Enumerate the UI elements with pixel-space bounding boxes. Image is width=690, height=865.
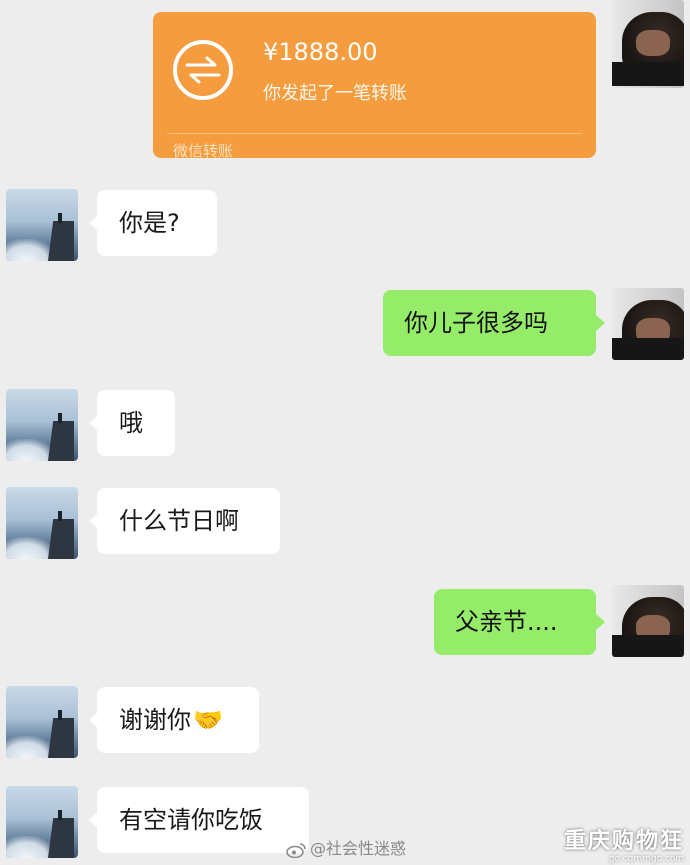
contact-avatar[interactable] <box>6 389 78 461</box>
my-avatar[interactable] <box>612 0 684 88</box>
transfer-icon <box>173 40 233 100</box>
message-text: 谢谢你 <box>119 706 191 734</box>
message-text: 哦 <box>119 409 143 437</box>
site-watermark: 重庆购物狂 go.cqmmgo.com <box>563 829 684 865</box>
my-avatar[interactable] <box>612 288 684 360</box>
contact-avatar[interactable] <box>6 686 78 758</box>
message-text: 你儿子很多吗 <box>404 309 548 337</box>
transfer-footer-label: 微信转账 <box>173 142 234 158</box>
handshake-emoji-icon: 🤝 <box>193 706 223 734</box>
message-text: 父亲节.... <box>455 608 558 636</box>
message-bubble-incoming[interactable]: 什么节日啊 <box>89 488 280 554</box>
message-bubble-incoming[interactable]: 谢谢你🤝 <box>89 687 259 753</box>
message-text: 有空请你吃饭 <box>119 806 263 834</box>
transfer-amount: ¥1888.00 <box>263 38 378 66</box>
transfer-divider <box>167 133 582 134</box>
transfer-card[interactable]: ¥1888.00 你发起了一笔转账 微信转账 <box>153 12 596 158</box>
weibo-logo-icon <box>286 842 306 858</box>
chat-window: ¥1888.00 你发起了一笔转账 微信转账 你是? 你儿子很多吗 哦 什么节日… <box>0 0 690 865</box>
message-bubble-outgoing[interactable]: 父亲节.... <box>434 589 605 655</box>
message-text: 你是? <box>119 209 180 237</box>
contact-avatar[interactable] <box>6 786 78 858</box>
contact-avatar[interactable] <box>6 487 78 559</box>
message-bubble-outgoing[interactable]: 你儿子很多吗 <box>383 290 605 356</box>
my-avatar[interactable] <box>612 585 684 657</box>
transfer-description: 你发起了一笔转账 <box>263 83 407 104</box>
contact-avatar[interactable] <box>6 189 78 261</box>
weibo-watermark: @社会性迷惑 <box>286 836 406 862</box>
weibo-watermark-text: @社会性迷惑 <box>310 839 407 858</box>
message-text: 什么节日啊 <box>119 507 239 535</box>
site-watermark-name: 重庆购物狂 <box>563 829 684 854</box>
message-bubble-incoming[interactable]: 哦 <box>89 390 175 456</box>
message-bubble-incoming[interactable]: 有空请你吃饭 <box>89 787 309 853</box>
site-watermark-url: go.cqmmgo.com <box>608 854 684 864</box>
message-bubble-incoming[interactable]: 你是? <box>89 190 217 256</box>
